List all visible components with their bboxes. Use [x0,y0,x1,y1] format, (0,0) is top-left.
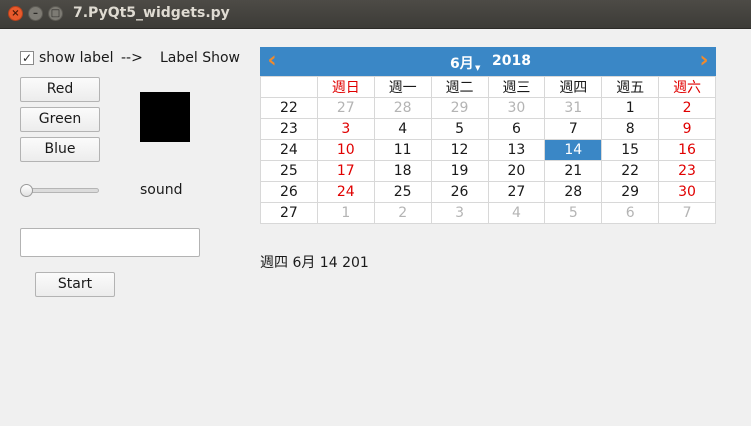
calendar-day[interactable]: 29 [430,97,489,119]
week-number: 25 [260,160,318,182]
chevron-left-icon[interactable]: ‹ [262,50,282,72]
calendar-day[interactable]: 16 [658,139,716,161]
calendar-day[interactable]: 13 [487,139,546,161]
calendar-corner-cell [260,76,318,98]
start-button[interactable]: Start [35,272,115,297]
week-number: 27 [260,202,318,224]
calendar-day[interactable]: 28 [544,181,603,203]
calendar-day[interactable]: 30 [658,181,716,203]
calendar-day[interactable]: 23 [658,160,716,182]
weekday-header: 週日 [316,76,375,98]
calendar-day[interactable]: 1 [601,97,660,119]
calendar-day[interactable]: 17 [316,160,375,182]
calendar-day[interactable]: 3 [430,202,489,224]
label-show-text: Label Show [160,50,240,66]
text-input[interactable] [20,228,200,257]
calendar-day[interactable]: 22 [601,160,660,182]
title-bar: × – □ 7.PyQt5_widgets.py [0,0,751,29]
calendar-day[interactable]: 7 [658,202,716,224]
calendar-day[interactable]: 5 [544,202,603,224]
calendar-widget: ‹ 6月 ▼ 2018 › 週日 週一 週二 週三 週四 週五 週六 22 27 2… [260,47,716,224]
calendar-week-row: 22 27 28 29 30 31 1 2 [260,97,716,119]
arrow-text: --> [121,50,143,66]
calendar-day-selected[interactable]: 14 [544,139,603,161]
calendar-month-selector[interactable]: 6月 [450,53,474,73]
calendar-day[interactable]: 9 [658,118,716,140]
calendar-day[interactable]: 4 [487,202,546,224]
show-label-checkbox[interactable]: ✓ [20,51,34,65]
calendar-header-row: 週日 週一 週二 週三 週四 週五 週六 [260,76,716,98]
weekday-header: 週二 [430,76,489,98]
calendar-day[interactable]: 27 [487,181,546,203]
calendar-day[interactable]: 8 [601,118,660,140]
calendar-day[interactable]: 6 [601,202,660,224]
calendar-week-row: 23 3 4 5 6 7 8 9 [260,118,716,140]
calendar-day[interactable]: 7 [544,118,603,140]
calendar-day[interactable]: 21 [544,160,603,182]
calendar-day[interactable]: 6 [487,118,546,140]
calendar-week-row: 24 10 11 12 13 14 15 16 [260,139,716,161]
calendar-day[interactable]: 4 [373,118,432,140]
weekday-header: 週一 [373,76,432,98]
sound-label: sound [140,182,183,198]
window-title: 7.PyQt5_widgets.py [73,5,230,21]
sound-slider-handle[interactable] [20,184,33,197]
calendar-day[interactable]: 1 [316,202,375,224]
calendar-year-selector[interactable]: 2018 [492,53,531,69]
calendar-day[interactable]: 28 [373,97,432,119]
calendar-day[interactable]: 31 [544,97,603,119]
week-number: 23 [260,118,318,140]
color-swatch [140,92,190,142]
week-number: 26 [260,181,318,203]
calendar-day[interactable]: 10 [316,139,375,161]
calendar-day[interactable]: 12 [430,139,489,161]
green-button[interactable]: Green [20,107,100,132]
weekday-header: 週六 [658,76,716,98]
weekday-header: 週五 [601,76,660,98]
calendar-day[interactable]: 11 [373,139,432,161]
calendar-day[interactable]: 30 [487,97,546,119]
blue-button[interactable]: Blue [20,137,100,162]
calendar-day[interactable]: 19 [430,160,489,182]
weekday-header: 週四 [544,76,603,98]
minimize-icon[interactable]: – [28,6,43,21]
calendar-day[interactable]: 2 [658,97,716,119]
week-number: 22 [260,97,318,119]
calendar-day[interactable]: 2 [373,202,432,224]
week-number: 24 [260,139,318,161]
calendar-day[interactable]: 3 [316,118,375,140]
selected-date-label: 週四 6月 14 201 [260,255,369,271]
calendar-week-row: 26 24 25 26 27 28 29 30 [260,181,716,203]
chevron-right-icon[interactable]: › [694,50,714,72]
weekday-header: 週三 [487,76,546,98]
chevron-down-icon[interactable]: ▼ [475,64,480,72]
calendar-grid: 週日 週一 週二 週三 週四 週五 週六 22 27 28 29 30 31 1 2 23 3 4 5… [260,76,716,224]
calendar-day[interactable]: 18 [373,160,432,182]
calendar-nav-bar: ‹ 6月 ▼ 2018 › [260,47,716,76]
calendar-day[interactable]: 29 [601,181,660,203]
calendar-day[interactable]: 5 [430,118,489,140]
calendar-week-row: 25 17 18 19 20 21 22 23 [260,160,716,182]
sound-slider[interactable] [22,188,99,193]
calendar-day[interactable]: 26 [430,181,489,203]
calendar-day[interactable]: 27 [316,97,375,119]
close-icon[interactable]: × [8,6,23,21]
calendar-day[interactable]: 25 [373,181,432,203]
red-button[interactable]: Red [20,77,100,102]
calendar-day[interactable]: 20 [487,160,546,182]
maximize-icon[interactable]: □ [48,6,63,21]
calendar-day[interactable]: 24 [316,181,375,203]
calendar-week-row: 27 1 2 3 4 5 6 7 [260,202,716,224]
show-label-checkbox-label[interactable]: show label [39,50,114,66]
calendar-day[interactable]: 15 [601,139,660,161]
